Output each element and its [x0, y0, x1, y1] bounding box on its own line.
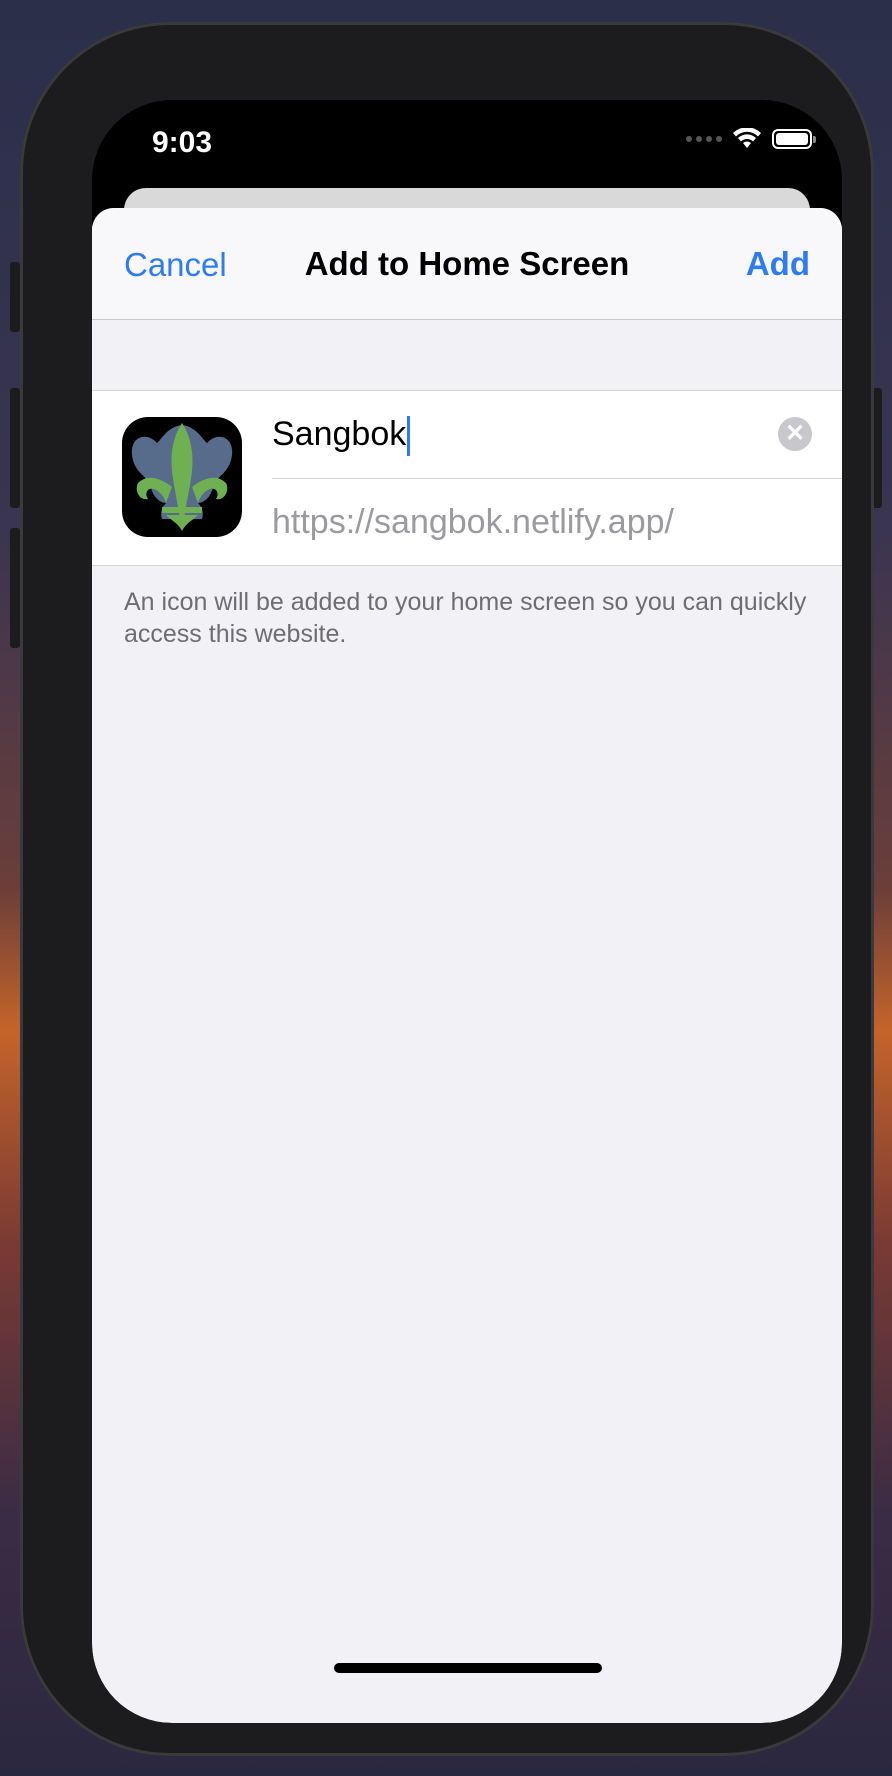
field-divider — [272, 478, 842, 479]
wifi-icon — [733, 128, 761, 148]
hint-text: An icon will be added to your home scree… — [124, 588, 807, 648]
shortcut-name-value: Sangbok — [272, 415, 407, 453]
text-cursor — [407, 416, 411, 457]
shortcut-card: Sangbok ✕ https://sangbok.netlify.app/ — [92, 390, 842, 566]
nav-bar: Cancel Add to Home Screen Add — [92, 208, 842, 320]
clear-text-icon[interactable]: ✕ — [778, 417, 812, 451]
shortcut-url: https://sangbok.netlify.app/ — [272, 503, 674, 541]
volume-down-button — [10, 528, 20, 648]
shortcut-name-input[interactable]: Sangbok — [272, 415, 411, 457]
mute-switch — [10, 262, 20, 332]
add-button[interactable]: Add — [746, 245, 810, 283]
notch — [258, 100, 676, 158]
add-to-home-sheet: Cancel Add to Home Screen Add Sangbok ✕ … — [92, 208, 842, 1723]
sheet-title: Add to Home Screen — [304, 245, 630, 282]
status-time: 9:03 — [152, 126, 213, 159]
phone-frame: 9:03 Cancel Add to Home Screen Add Sangb… — [20, 22, 874, 1756]
status-indicators — [686, 128, 816, 150]
fleur-de-lis-icon — [122, 417, 242, 537]
signal-icon — [686, 136, 722, 142]
home-indicator — [334, 1663, 602, 1673]
screen: 9:03 Cancel Add to Home Screen Add Sangb… — [92, 100, 842, 1723]
battery-icon — [772, 129, 816, 149]
volume-up-button — [10, 388, 20, 508]
